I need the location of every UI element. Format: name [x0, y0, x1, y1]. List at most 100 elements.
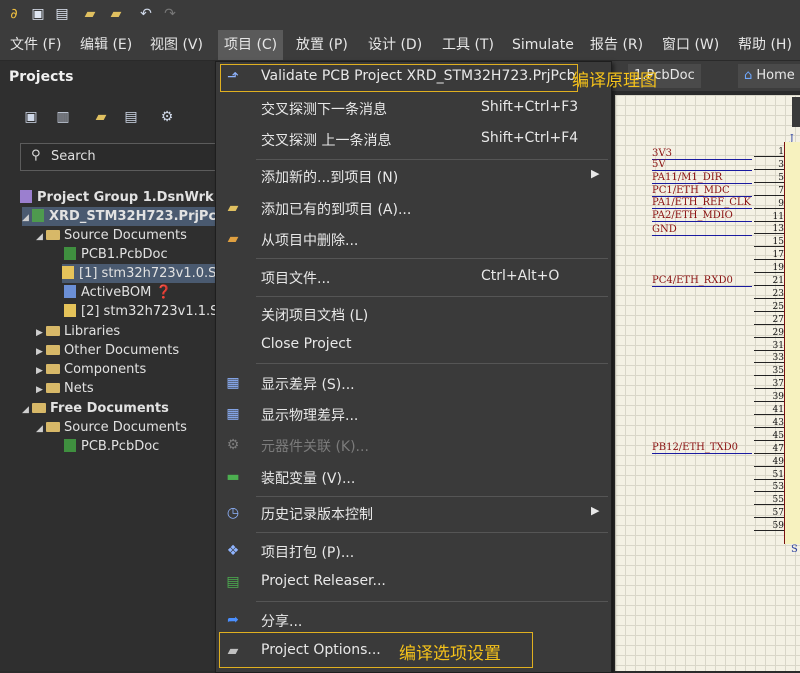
- menu-item-component-links[interactable]: ⚙ 元器件关联 (K)...: [216, 430, 611, 460]
- pin-number: 5: [754, 173, 784, 183]
- menu-view[interactable]: 视图 (V): [144, 30, 209, 60]
- menu-separator: [256, 601, 608, 602]
- tree-item-pcb1[interactable]: PCB1.PcbDoc: [64, 245, 168, 264]
- menu-item-close-documents[interactable]: 关闭项目文档 (L): [216, 299, 611, 329]
- menu-item-project-packager[interactable]: ❖ 项目打包 (P)...: [216, 536, 611, 566]
- gear-icon[interactable]: ⚙: [158, 108, 176, 126]
- folder-icon[interactable]: ▰: [92, 108, 110, 126]
- net-label[interactable]: PA11/M1_DIR: [652, 173, 752, 184]
- expand-arrow-icon[interactable]: ▶: [36, 381, 46, 400]
- pin-number: 39: [754, 393, 784, 403]
- pin-number: 15: [754, 238, 784, 248]
- menu-item-show-differences[interactable]: ▦ 显示差异 (S)...: [216, 368, 611, 398]
- net-label[interactable]: PC1/ETH_MDC: [652, 186, 752, 197]
- pin-number: 45: [754, 431, 784, 441]
- share-icon: ➦: [227, 612, 239, 628]
- project-menu-dropdown: ⬏ Validate PCB Project XRD_STM32H723.Prj…: [215, 61, 657, 673]
- net-label[interactable]: 5V: [652, 160, 752, 171]
- tree-project[interactable]: ◢ XRD_STM32H723.PrjPcb *: [22, 207, 237, 228]
- collapse-arrow-icon[interactable]: ◢: [36, 228, 46, 247]
- tree-components[interactable]: ▶ Components: [36, 360, 146, 379]
- document-icon[interactable]: ▥: [54, 108, 72, 126]
- menu-edit[interactable]: 编辑 (E): [74, 30, 138, 60]
- menu-item-variants[interactable]: ▬ 装配变量 (V)...: [216, 462, 611, 492]
- menu-simulate[interactable]: Simulate: [506, 30, 580, 60]
- collapse-arrow-icon[interactable]: ◢: [36, 420, 46, 439]
- tab-home[interactable]: ⌂ Home: [738, 64, 800, 88]
- menu-file[interactable]: 文件 (F): [4, 30, 67, 60]
- search-input[interactable]: ⚲ Search: [20, 143, 222, 171]
- save-all-icon[interactable]: ▤: [54, 6, 70, 22]
- menu-item-label: 项目文件...: [261, 271, 331, 287]
- menu-item-crossprobe-next[interactable]: 交叉探测下一条消息 Shift+Ctrl+F3: [216, 93, 611, 123]
- menu-item-close-project[interactable]: Close Project: [216, 330, 611, 360]
- menu-item-project-releaser[interactable]: ▤ Project Releaser...: [216, 567, 611, 597]
- pin-number: 17: [754, 251, 784, 261]
- menu-tools[interactable]: 工具 (T): [436, 30, 500, 60]
- menu-item-label: 历史记录版本控制: [261, 507, 373, 523]
- tree-project-group[interactable]: Project Group 1.DsnWrk: [20, 188, 214, 207]
- tree-free-source-documents[interactable]: ◢ Source Documents: [36, 418, 187, 437]
- net-label[interactable]: 3V3: [652, 149, 752, 160]
- tree-item-activebom[interactable]: ActiveBOM ❓: [64, 283, 172, 302]
- menu-item-label: 从项目中删除...: [261, 233, 359, 249]
- tree-libraries[interactable]: ▶ Libraries: [36, 322, 120, 341]
- component-links-icon: ⚙: [226, 437, 240, 453]
- app-logo-icon[interactable]: ∂: [6, 6, 22, 22]
- open-project-icon[interactable]: ▰: [108, 6, 124, 22]
- net-label[interactable]: PB12/ETH_TXD0: [652, 443, 752, 454]
- folder-icon: [32, 403, 46, 413]
- tree-item-schdoc-1[interactable]: [1] stm32h723v1.0.SchDoc: [62, 264, 257, 283]
- sheet-border: [792, 97, 800, 127]
- folder-icon: [46, 326, 60, 336]
- undo-icon[interactable]: ↶: [138, 6, 154, 22]
- schematic-document-icon: [64, 304, 76, 317]
- collapse-arrow-icon[interactable]: ◢: [22, 401, 32, 420]
- menu-item-show-physical-differences[interactable]: ▦ 显示物理差异...: [216, 399, 611, 429]
- menu-project[interactable]: 项目 (C): [218, 30, 284, 60]
- menu-item-add-existing[interactable]: ▰ 添加已有的到项目 (A)...: [216, 193, 611, 223]
- tree-item-label: Source Documents: [64, 420, 187, 435]
- menu-item-crossprobe-prev[interactable]: 交叉探测 上一条消息 Shift+Ctrl+F4: [216, 124, 611, 154]
- menu-item-remove[interactable]: ▰ 从项目中删除...: [216, 224, 611, 254]
- menu-item-label: 分享...: [261, 614, 303, 630]
- menu-design[interactable]: 设计 (D): [362, 30, 428, 60]
- tree-item-label: [2] stm32h723v1.1.SchDoc: [81, 304, 215, 319]
- menu-place[interactable]: 放置 (P): [290, 30, 354, 60]
- pin-number: 41: [754, 406, 784, 415]
- tree-other-documents[interactable]: ▶ Other Documents: [36, 341, 179, 360]
- net-label[interactable]: PC4/ETH_RXD0: [652, 276, 752, 287]
- net-label[interactable]: PA1/ETH_REF_CLK: [652, 198, 752, 209]
- tree-free-documents[interactable]: ◢ Free Documents: [22, 399, 169, 418]
- pin-number: 7: [754, 186, 784, 196]
- project-icon[interactable]: ▤: [122, 108, 140, 126]
- menu-bar: 文件 (F) 编辑 (E) 视图 (V) 项目 (C) 放置 (P) 设计 (D…: [0, 30, 800, 61]
- pin-number: 13: [754, 225, 784, 235]
- tree-source-documents[interactable]: ◢ Source Documents: [36, 226, 187, 245]
- menu-reports[interactable]: 报告 (R): [584, 30, 649, 60]
- tree-item-label: Components: [64, 362, 147, 377]
- pin-number: 55: [754, 496, 784, 506]
- menu-item-history-version-control[interactable]: ◷ 历史记录版本控制 ▶: [216, 498, 611, 528]
- net-label[interactable]: GND: [652, 225, 752, 236]
- menu-item-project-files[interactable]: 项目文件... Ctrl+Alt+O: [216, 262, 611, 292]
- save-icon[interactable]: ▣: [22, 108, 40, 126]
- projects-panel: Projects ▣ ▥ ▰ ▤ ⚙ ⚲ Search Project Grou…: [0, 61, 257, 671]
- menu-separator: [256, 496, 608, 497]
- tree-item-pcb[interactable]: PCB.PcbDoc: [64, 437, 159, 456]
- folder-icon: [46, 422, 60, 432]
- redo-icon[interactable]: ↷: [162, 6, 178, 22]
- menu-item-label: Project Releaser...: [261, 573, 386, 589]
- menu-item-share[interactable]: ➦ 分享...: [216, 605, 611, 635]
- open-folder-icon[interactable]: ▰: [82, 6, 98, 22]
- menu-item-add-new[interactable]: 添加新的...到项目 (N) ▶: [216, 161, 611, 191]
- collapse-arrow-icon[interactable]: ◢: [22, 209, 32, 228]
- menu-window[interactable]: 窗口 (W): [656, 30, 725, 60]
- tree-nets[interactable]: ▶ Nets: [36, 379, 94, 398]
- net-label[interactable]: PA2/ETH_MDIO: [652, 211, 752, 222]
- save-icon[interactable]: ▣: [30, 6, 46, 22]
- connector-component[interactable]: [784, 142, 800, 544]
- tree-item-schdoc-2[interactable]: [2] stm32h723v1.1.SchDoc: [64, 302, 215, 321]
- panel-toolbar: ▣ ▥ ▰ ▤ ⚙: [0, 103, 215, 131]
- menu-help[interactable]: 帮助 (H): [732, 30, 798, 60]
